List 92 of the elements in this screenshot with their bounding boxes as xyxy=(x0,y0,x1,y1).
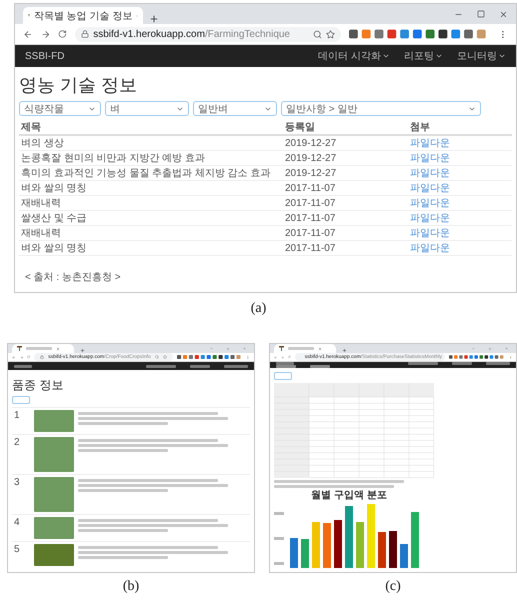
extension-icons-drawing[interactable] xyxy=(176,354,242,360)
browser-tab[interactable] xyxy=(12,344,74,353)
star-icon[interactable] xyxy=(326,30,336,38)
row-number: 3 xyxy=(14,477,21,490)
download-link[interactable]: 파일다운 xyxy=(410,181,450,195)
table-cell-text: 2019-12-27 xyxy=(285,152,338,164)
table-cell-text: 재배내력 xyxy=(21,197,62,210)
new-tab-icon[interactable] xyxy=(342,348,347,353)
table-cell-text: 2017-11-07 xyxy=(285,198,336,208)
caret-icon xyxy=(498,52,506,60)
filter-dropdown[interactable]: 일반벼 xyxy=(193,101,277,116)
column-header: 등록일 xyxy=(285,121,316,134)
blurred-nav-menu xyxy=(146,364,176,368)
nav-menu[interactable]: 모니터링 xyxy=(457,49,506,63)
figure-caption: (c) xyxy=(384,578,402,595)
table-cell-text: 논콩혹잘 현미의 비만과 지방간 예방 효과 xyxy=(21,152,206,165)
download-link[interactable]: 파일다운 xyxy=(410,241,450,255)
table-cell-text: 2019-12-27 xyxy=(285,168,338,178)
table-cell-text: 벼와 쌀의 명칭 xyxy=(21,242,88,255)
row-number: 4 xyxy=(14,517,21,530)
new-tab-icon[interactable] xyxy=(149,14,159,24)
back-icon[interactable] xyxy=(23,28,33,40)
photo-placeholder xyxy=(34,517,74,539)
table-cell-text: 2019-12-27 xyxy=(285,138,338,148)
dropdown-button[interactable] xyxy=(12,396,30,404)
new-tab-icon[interactable] xyxy=(80,348,85,353)
table-cell-text: 2017-11-07 xyxy=(285,242,336,254)
blurred-nav-menu xyxy=(276,365,296,368)
photo-placeholder xyxy=(34,477,74,512)
blurred-brand xyxy=(14,364,32,368)
row-number: 1 xyxy=(14,410,21,423)
filter-dropdown[interactable]: 일반사항 > 일반 xyxy=(281,101,481,116)
blurred-nav-menu xyxy=(486,362,510,365)
filter-dropdown[interactable]: 벼 xyxy=(105,101,189,116)
brand-name[interactable]: SSBI-FD xyxy=(25,50,64,62)
blurred-brand xyxy=(276,362,294,365)
table-cell-text: 흑미의 효과적인 기능성 물질 추출법과 체지방 감소 효과 xyxy=(21,167,272,180)
chart-title: 월별 구입액 분포 xyxy=(310,489,388,502)
blurred-tab-title xyxy=(288,347,314,350)
table-cell-text: 벼와 쌀의 명칭 xyxy=(21,182,88,195)
photo-placeholder xyxy=(34,544,74,566)
download-link[interactable]: 파일다운 xyxy=(410,166,450,180)
nav-menu[interactable]: 데이터 시각화 xyxy=(318,49,390,63)
page-heading: 영농 기술 정보 xyxy=(19,74,138,97)
row-number: 2 xyxy=(14,437,21,450)
browser-tab[interactable]: 작목별 농업 기술 정보 xyxy=(23,7,143,24)
dropdown-button[interactable] xyxy=(274,372,292,380)
figure-caption: (a) xyxy=(250,300,268,317)
blurred-nav-menu xyxy=(190,364,210,368)
table-cell-text: 벼의 생상 xyxy=(21,137,65,150)
extension-icons-drawing[interactable] xyxy=(448,354,505,360)
lock-icon xyxy=(81,30,90,38)
lock-icon xyxy=(40,355,44,359)
search-icon[interactable] xyxy=(313,30,322,38)
reload-icon[interactable] xyxy=(58,29,68,39)
photo-placeholder xyxy=(34,410,74,432)
column-header: 제목 xyxy=(21,121,42,134)
table-cell-text: 재배내력 xyxy=(21,227,62,240)
star-icon[interactable] xyxy=(162,355,167,359)
figure-caption: (b) xyxy=(122,578,140,595)
blurred-nav-menu xyxy=(452,362,472,365)
download-link[interactable]: 파일다운 xyxy=(410,196,450,210)
search-icon[interactable] xyxy=(154,355,159,359)
nav-menu[interactable]: 리포팅 xyxy=(404,49,443,63)
row-number: 5 xyxy=(14,544,21,557)
table-cell-text: 2017-11-07 xyxy=(285,228,336,238)
favicon-icon xyxy=(17,346,22,351)
download-link[interactable]: 파일다운 xyxy=(410,136,450,150)
blurred-nav-menu xyxy=(310,365,330,368)
browser-tab[interactable] xyxy=(274,344,336,353)
blurred-nav-menu xyxy=(408,362,438,365)
maximize-icon[interactable] xyxy=(477,10,485,18)
page-heading: 품종 정보 xyxy=(12,377,64,394)
caret-icon xyxy=(382,52,390,60)
address-bar[interactable]: ssbifd-v1.herokuapp.com/FarmingTechnique xyxy=(75,26,342,42)
table-cell-text: 2017-11-07 xyxy=(285,182,336,194)
download-link[interactable]: 파일다운 xyxy=(410,226,450,240)
blurred-nav-menu xyxy=(224,364,248,368)
download-link[interactable]: 파일다운 xyxy=(410,151,450,165)
tab-title: 작목별 농업 기술 정보 xyxy=(34,10,132,22)
forward-icon[interactable] xyxy=(40,28,50,40)
close-icon[interactable] xyxy=(499,10,508,18)
filter-dropdown[interactable]: 식량작물 xyxy=(19,101,101,116)
favicon-icon xyxy=(279,346,284,351)
column-header: 첨부 xyxy=(410,121,431,134)
photo-placeholder xyxy=(34,437,74,472)
table-cell-text: 2017-11-07 xyxy=(285,212,336,224)
table-cell-text: 쌀생산 및 수급 xyxy=(21,212,88,225)
source-note: < 출처 : 농촌진흥청 > xyxy=(25,271,122,284)
download-link[interactable]: 파일다운 xyxy=(410,211,450,225)
caret-icon xyxy=(435,52,443,60)
blurred-tab-title xyxy=(26,347,52,350)
